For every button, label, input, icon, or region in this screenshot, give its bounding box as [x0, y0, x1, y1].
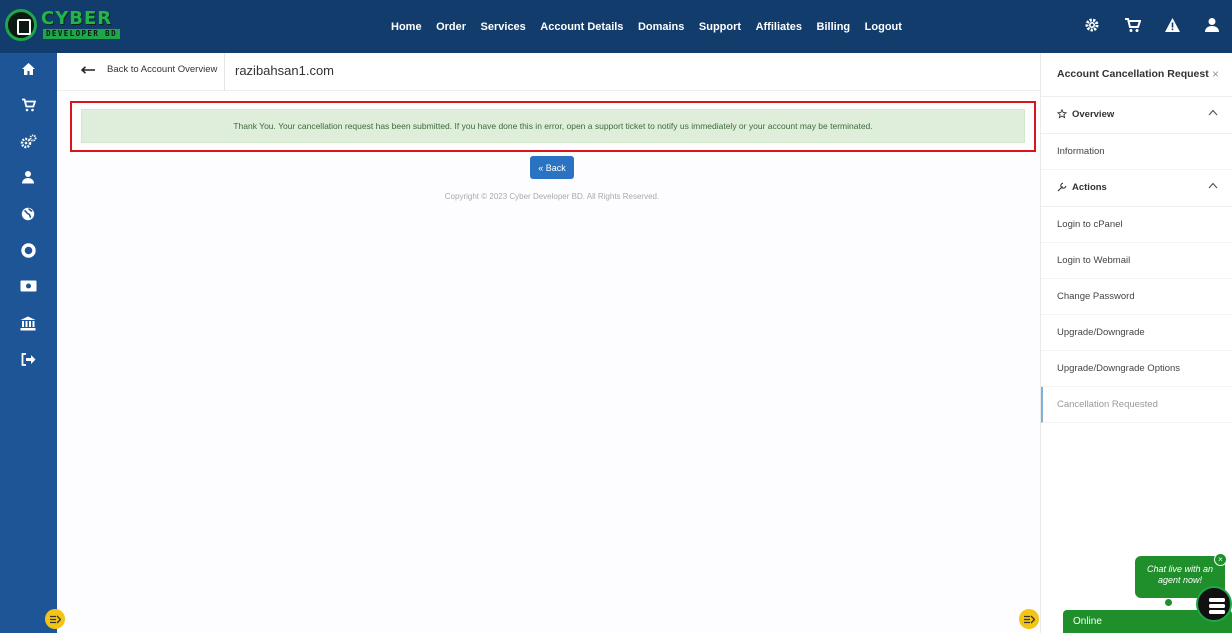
back-link-label: Back to Account Overview: [107, 64, 218, 75]
logo-wordmark: CYBER: [41, 8, 113, 29]
top-icon-bar: [1072, 17, 1232, 33]
back-to-overview-link[interactable]: Back to Account Overview: [81, 64, 217, 75]
overview-label: Overview: [1072, 109, 1115, 120]
panel-item-label: Upgrade/Downgrade: [1057, 327, 1145, 338]
panel-item-upgrade-downgrade[interactable]: Upgrade/Downgrade: [1041, 315, 1232, 351]
success-alert: Thank You. Your cancellation request has…: [81, 109, 1025, 143]
nav-home[interactable]: Home: [391, 19, 422, 35]
sign-out-icon[interactable]: [19, 350, 37, 368]
user-icon[interactable]: [19, 168, 37, 186]
chat-status-dot: [1165, 599, 1172, 606]
panel-item-label: Login to Webmail: [1057, 255, 1131, 266]
panel-item-information[interactable]: Information: [1041, 134, 1232, 170]
copyright-text: Copyright © 2023 Cyber Developer BD. All…: [444, 192, 660, 201]
panel-item-label: Cancellation Requested: [1057, 399, 1158, 410]
globe-icon[interactable]: [19, 205, 37, 223]
gear-icon[interactable]: [1072, 17, 1112, 33]
panel-item-cancellation-requested[interactable]: Cancellation Requested: [1041, 387, 1232, 423]
bank-icon[interactable]: [19, 314, 37, 332]
main-nav: Home Order Services Account Details Doma…: [391, 19, 916, 35]
nav-domains[interactable]: Domains: [638, 19, 684, 35]
panel-item-label: Change Password: [1057, 291, 1135, 302]
panel-item-change-password[interactable]: Change Password: [1041, 279, 1232, 315]
lifebuoy-icon[interactable]: [19, 241, 37, 259]
star-icon: [1057, 109, 1067, 119]
panel-item-upgrade-downgrade-options[interactable]: Upgrade/Downgrade Options: [1041, 351, 1232, 387]
breadcrumb: Back to Account Overview razibahsan1.com: [57, 53, 1040, 91]
main-content: Back to Account Overview razibahsan1.com…: [45, 53, 1040, 633]
nav-account-details[interactable]: Account Details: [540, 19, 623, 35]
chat-status-label: Online: [1073, 616, 1102, 627]
chat-agent-avatar[interactable]: [1196, 586, 1232, 622]
panel-title: Account Cancellation Request: [1057, 68, 1209, 80]
logo-mark-icon: [5, 9, 37, 41]
user-icon[interactable]: [1192, 17, 1232, 33]
panel-item-login-webmail[interactable]: Login to Webmail: [1041, 243, 1232, 279]
arrow-left-icon: [81, 65, 95, 74]
alert-message: Thank You. Your cancellation request has…: [233, 121, 873, 131]
nav-affiliates[interactable]: Affiliates: [756, 19, 802, 35]
nav-order[interactable]: Order: [436, 19, 466, 35]
expand-panel-icon[interactable]: [1019, 609, 1039, 629]
actions-label: Actions: [1072, 182, 1107, 193]
cart-icon[interactable]: [19, 96, 37, 114]
actions-section-header[interactable]: Actions: [1041, 170, 1232, 207]
nav-support[interactable]: Support: [699, 19, 741, 35]
brand-logo[interactable]: CYBER DEVELOPER BD: [5, 9, 120, 43]
close-icon[interactable]: ×: [1212, 67, 1219, 81]
breadcrumb-divider: [224, 53, 225, 91]
alert-highlight: Thank You. Your cancellation request has…: [70, 101, 1036, 152]
icon-sidebar: [0, 53, 57, 633]
nav-services[interactable]: Services: [481, 19, 526, 35]
expand-sidebar-icon[interactable]: [45, 609, 65, 629]
panel-item-login-cpanel[interactable]: Login to cPanel: [1041, 207, 1232, 243]
cogs-icon[interactable]: [19, 132, 37, 150]
nav-logout[interactable]: Logout: [865, 19, 902, 35]
money-icon[interactable]: [19, 277, 37, 295]
panel-header: Account Cancellation Request ×: [1041, 53, 1232, 97]
close-icon[interactable]: ×: [1214, 553, 1227, 566]
cart-icon[interactable]: [1112, 17, 1152, 33]
wrench-icon: [1057, 182, 1067, 192]
panel-item-label: Upgrade/Downgrade Options: [1057, 363, 1181, 374]
logo-tagline: DEVELOPER BD: [43, 29, 120, 39]
domain-title: razibahsan1.com: [235, 63, 334, 78]
nav-billing[interactable]: Billing: [817, 19, 851, 35]
back-button[interactable]: « Back: [530, 156, 574, 179]
server-icon: [1209, 598, 1225, 614]
top-navbar: CYBER DEVELOPER BD Home Order Services A…: [0, 0, 1232, 53]
chevron-up-icon: [1208, 109, 1218, 116]
home-icon[interactable]: [19, 60, 37, 78]
panel-item-label: Information: [1057, 146, 1105, 157]
warning-icon[interactable]: [1152, 17, 1192, 33]
panel-item-label: Login to cPanel: [1057, 219, 1123, 230]
service-side-panel: Account Cancellation Request × Overview …: [1040, 53, 1232, 633]
chevron-up-icon: [1208, 182, 1218, 189]
overview-section-header[interactable]: Overview: [1041, 97, 1232, 134]
